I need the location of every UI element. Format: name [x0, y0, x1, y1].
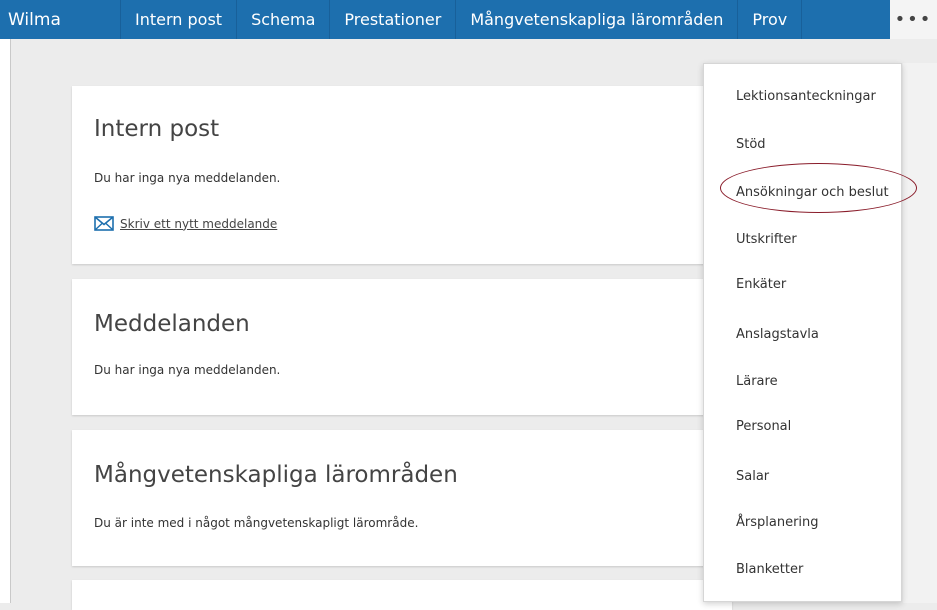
- tab-prestationer[interactable]: Prestationer: [330, 0, 457, 39]
- menu-item-stod[interactable]: Stöd: [704, 124, 901, 164]
- more-dropdown-menu: Lektionsanteckningar Stöd Ansökningar oc…: [703, 63, 902, 602]
- menu-item-enkater[interactable]: Enkäter: [704, 264, 901, 304]
- card-message: Du är inte med i något mångvetenskapligt…: [94, 516, 419, 530]
- card-title: Mångvetenskapliga lärområden: [94, 462, 458, 488]
- card-partial: [72, 580, 732, 610]
- menu-item-salar[interactable]: Salar: [704, 456, 901, 496]
- card-meddelanden: Meddelanden Du har inga nya meddelanden.: [72, 279, 732, 415]
- envelope-icon: [94, 216, 114, 231]
- tab-intern-post[interactable]: Intern post: [121, 0, 238, 39]
- tab-prov[interactable]: Prov: [738, 0, 803, 39]
- menu-item-utskrifter[interactable]: Utskrifter: [704, 219, 901, 259]
- background-strip: [903, 63, 937, 603]
- card-mangvetenskapliga: Mångvetenskapliga lärområden Du är inte …: [72, 430, 732, 566]
- card-message: Du har inga nya meddelanden.: [94, 171, 281, 185]
- left-frame-edge: [0, 39, 11, 603]
- card-message: Du har inga nya meddelanden.: [94, 363, 281, 377]
- card-title: Intern post: [94, 116, 220, 142]
- more-menu-button[interactable]: •••: [890, 0, 937, 39]
- compose-label: Skriv ett nytt meddelande: [120, 216, 278, 231]
- menu-item-blanketter[interactable]: Blanketter: [704, 549, 901, 589]
- top-nav-bar: Wilma Intern post Schema Prestationer Må…: [0, 0, 937, 39]
- menu-item-arsplanering[interactable]: Årsplanering: [704, 502, 901, 542]
- menu-item-ansokningar-och-beslut[interactable]: Ansökningar och beslut: [704, 172, 901, 212]
- card-intern-post: Intern post Du har inga nya meddelanden.…: [72, 86, 732, 264]
- card-title: Meddelanden: [94, 311, 250, 337]
- brand-logo[interactable]: Wilma: [0, 0, 121, 39]
- tab-mangvetenskapliga[interactable]: Mångvetenskapliga lärområden: [456, 0, 739, 39]
- menu-item-lektionsanteckningar[interactable]: Lektionsanteckningar: [704, 76, 901, 116]
- menu-item-personal[interactable]: Personal: [704, 406, 901, 446]
- tab-schema[interactable]: Schema: [237, 0, 331, 39]
- menu-item-anslagstavla[interactable]: Anslagstavla: [704, 314, 901, 354]
- menu-item-larare[interactable]: Lärare: [704, 361, 901, 401]
- more-dots-icon: •••: [894, 9, 933, 30]
- compose-message-link[interactable]: Skriv ett nytt meddelande: [94, 216, 277, 231]
